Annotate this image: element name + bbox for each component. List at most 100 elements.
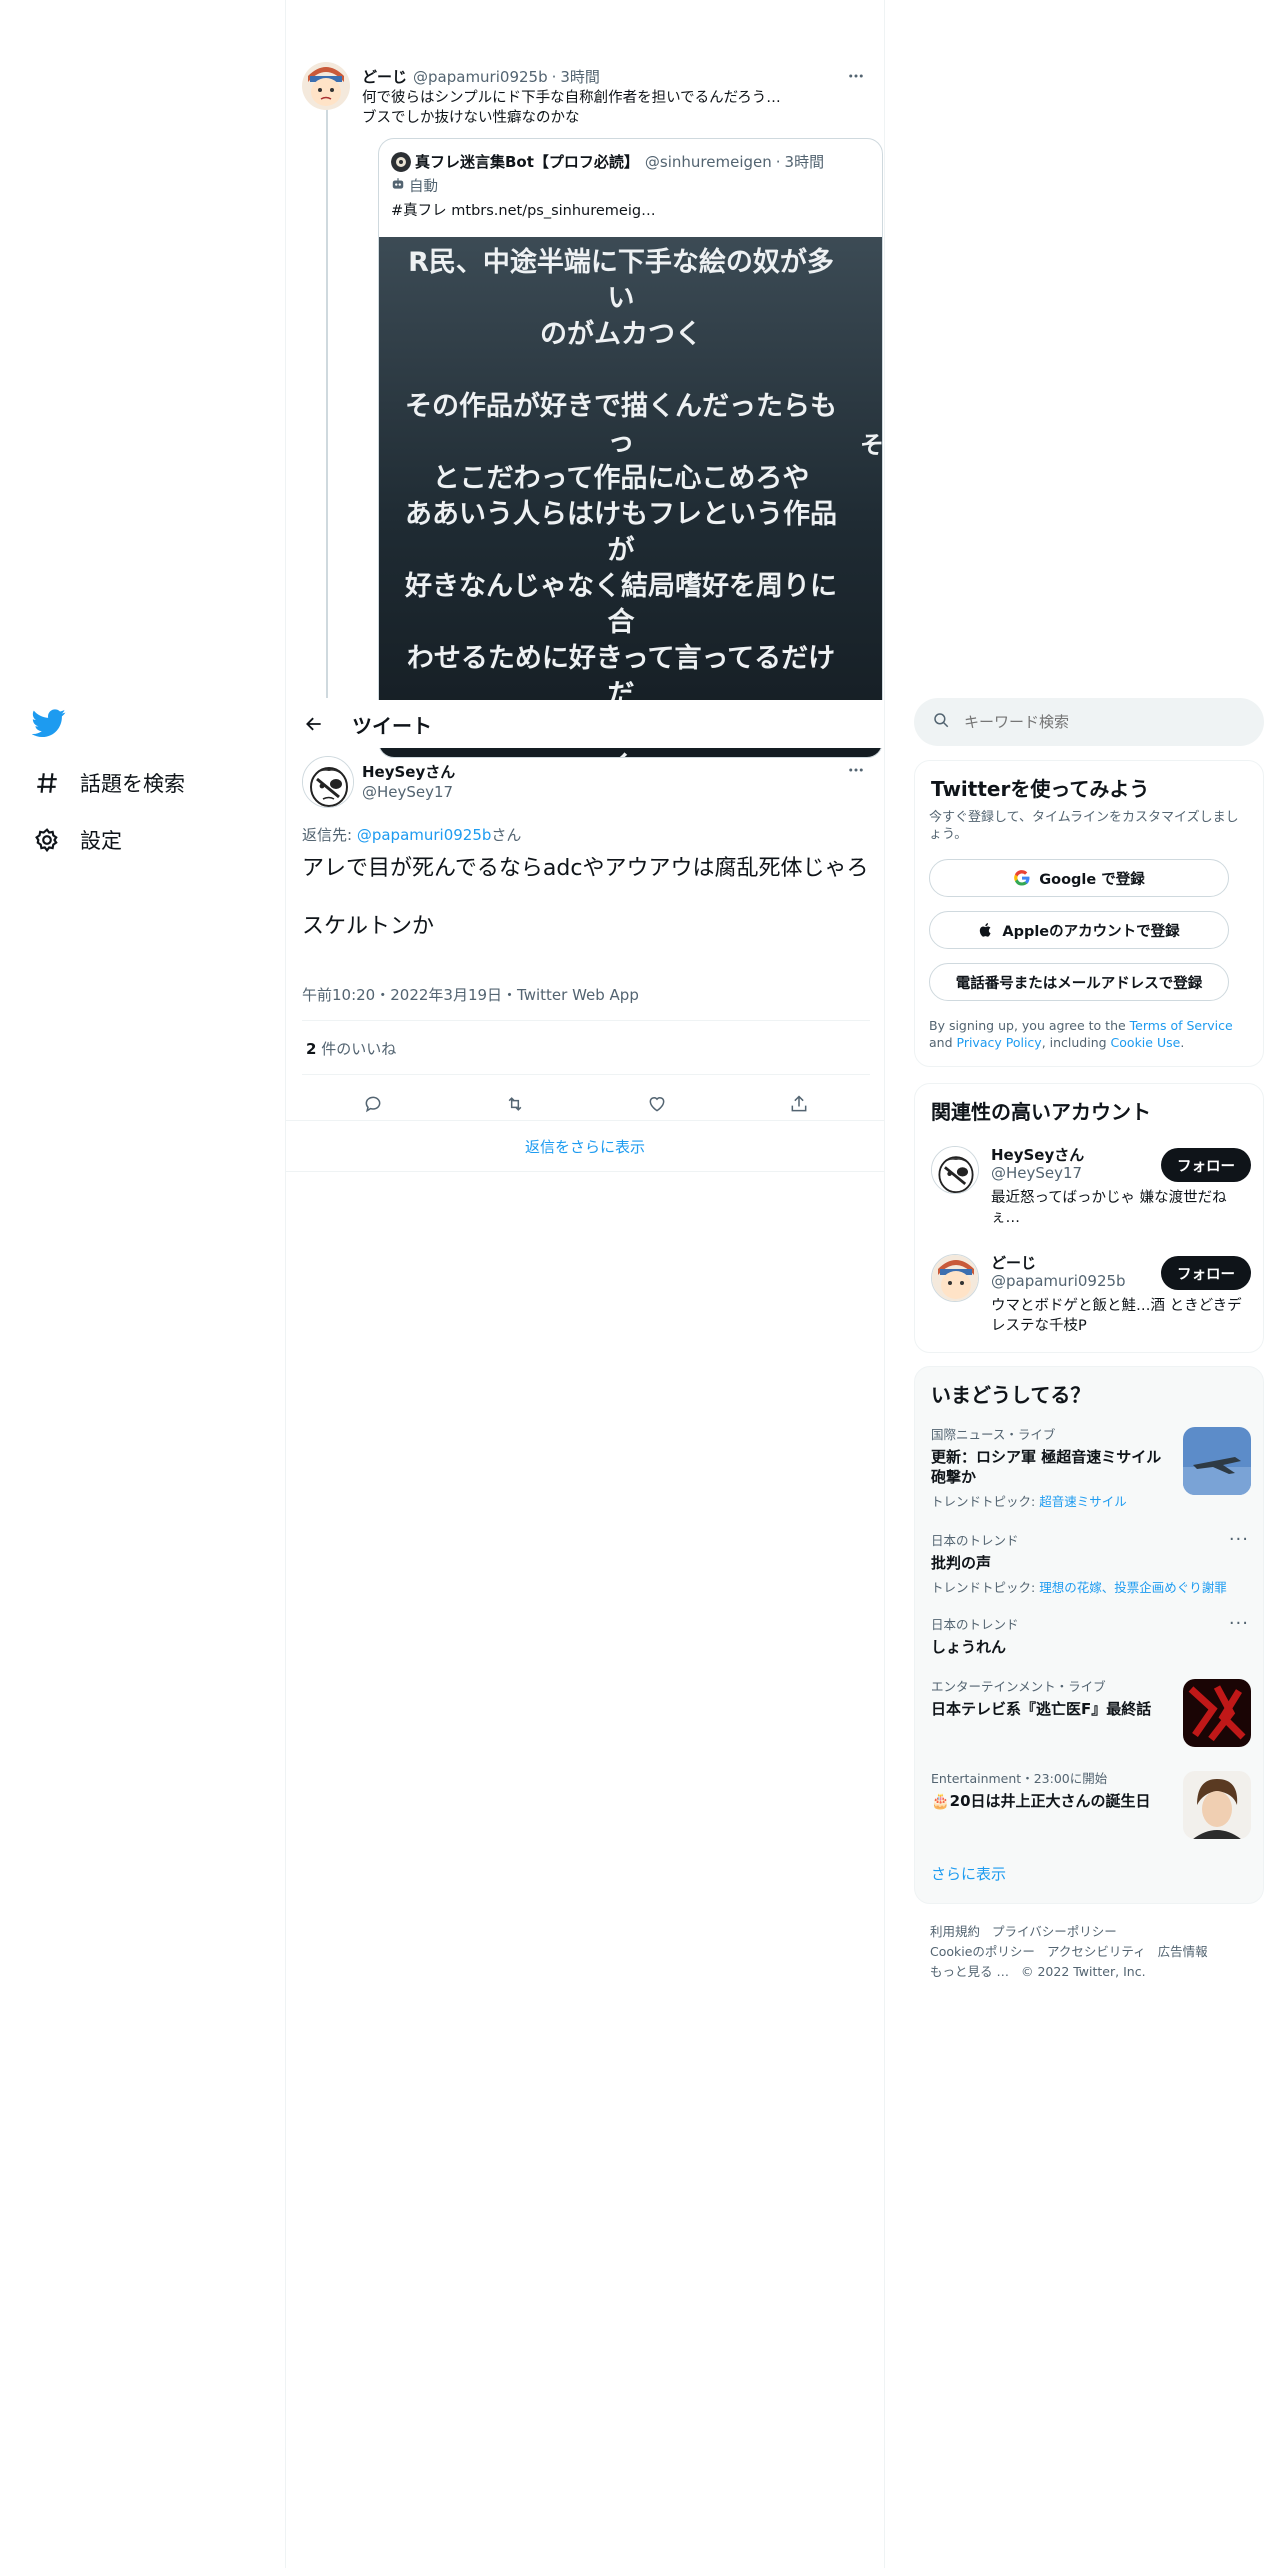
retweet-icon[interactable] [497, 1086, 533, 1122]
more-options-icon[interactable]: ··· [1229, 1529, 1249, 1550]
likes-number: 2 [306, 1040, 317, 1058]
trend-name: 更新：ロシア軍 極超音速ミサイル砲撃か [931, 1448, 1162, 1486]
signup-subtitle: 今すぐ登録して、タイムラインをカスタマイズしましょう。 [929, 810, 1239, 842]
legal-and: and [929, 1035, 957, 1050]
tweet-time[interactable]: 3時間 [560, 66, 600, 87]
quote-image-line [401, 353, 841, 389]
follow-button[interactable]: フォロー [1161, 1256, 1251, 1290]
footer-link[interactable]: プライバシーポリシー [992, 1924, 1117, 1939]
quote-image-line: ああいう人らはけもフレという作品が [405, 499, 837, 566]
tweet-text-line: 何で彼らはシンプルにド下手な自称創作者を担いでるんだろう… [362, 90, 781, 106]
reply-to-handle-link[interactable]: @papamuri0925b [357, 826, 492, 844]
apple-signup-button[interactable]: Appleのアカウントで登録 [929, 911, 1229, 949]
author-handle[interactable]: @papamuri0925b [413, 68, 548, 86]
trend-item[interactable]: Entertainment・23:00に開始 🎂20日は井上正大さんの誕生日 [931, 1771, 1251, 1839]
account-name: HeySeyさん [991, 1146, 1085, 1164]
privacy-link[interactable]: Privacy Policy [957, 1035, 1042, 1050]
more-options-icon[interactable] [842, 62, 870, 90]
legal-including: , including [1041, 1035, 1111, 1050]
show-more-replies-link[interactable]: 返信をさらに表示 [286, 1120, 884, 1172]
trend-thumbnail [1183, 1771, 1251, 1839]
footer-link[interactable]: もっと見る … [930, 1964, 1009, 1979]
trend-name: 日本テレビ系『逃亡医F』最終話 [931, 1700, 1152, 1718]
trend-item[interactable]: エンターテインメント・ライブ 日本テレビ系『逃亡医F』最終話 [931, 1679, 1251, 1747]
phone-email-signup-button[interactable]: 電話番号またはメールアドレスで登録 [929, 963, 1229, 1001]
account-handle: @papamuri0925b [991, 1272, 1126, 1290]
trend-item[interactable]: 国際ニュース・ライブ 更新：ロシア軍 極超音速ミサイル砲撃か トレンドトピック:… [931, 1427, 1251, 1510]
cookie-link[interactable]: Cookie Use [1111, 1035, 1181, 1050]
quote-text: #真フレ mtbrs.net/ps_sinhuremeig… [391, 203, 656, 219]
automated-label-text: 自動 [409, 179, 438, 195]
search-input[interactable] [964, 713, 1224, 731]
phone-email-signup-label: 電話番号またはメールアドレスで登録 [955, 975, 1203, 992]
robot-icon [391, 177, 405, 195]
trend-name: しょうれん [931, 1638, 1007, 1656]
avatar[interactable] [302, 62, 350, 110]
footer-link[interactable]: 広告情報 [1158, 1944, 1208, 1959]
reply-to-line: 返信先: @papamuri0925bさん [302, 824, 521, 845]
quote-image-text: R民、中途半端に下手な絵の奴が多い のがムカつく その作品が好きで描くんだったらも… [401, 245, 841, 757]
page-title: ツイート [352, 713, 432, 738]
avatar[interactable] [931, 1254, 979, 1302]
more-options-icon[interactable]: ··· [1229, 1613, 1249, 1634]
share-icon[interactable] [781, 1086, 817, 1122]
back-arrow-icon[interactable] [296, 706, 332, 742]
footer-link[interactable]: Cookieのポリシー [930, 1944, 1035, 1959]
account-bio: 最近怒ってばっかじゃ 嫌な渡世だねぇ… [991, 1190, 1227, 1226]
avatar[interactable] [931, 1146, 979, 1194]
signup-legal-text: By signing up, you agree to the Terms of… [929, 1017, 1254, 1051]
trend-name: 🎂20日は井上正大さんの誕生日 [931, 1792, 1151, 1810]
nav-explore[interactable]: 話題を検索 [32, 763, 185, 803]
search-bar[interactable] [914, 698, 1264, 746]
signup-card: Twitterを使ってみよう 今すぐ登録して、タイムラインをカスタマイズしましょ… [914, 760, 1264, 1067]
automated-label: 自動 [391, 175, 438, 196]
footer-link[interactable]: 利用規約 [930, 1924, 980, 1939]
trend-topic-link[interactable]: 超音速ミサイル [1039, 1494, 1127, 1509]
gear-icon [32, 825, 62, 855]
trend-item[interactable]: 日本のトレンド しょうれん ··· [931, 1613, 1251, 1657]
more-options-icon[interactable] [842, 756, 870, 784]
quote-image-line: とこだわって作品に心こめろや [432, 463, 810, 494]
quote-image-line: その作品が好きで描くんだったらもっ [405, 391, 837, 458]
nav-settings-label: 設定 [80, 829, 122, 853]
related-accounts-card: 関連性の高いアカウント HeySeyさん @HeySey17 最近怒ってばっかじ… [914, 1083, 1264, 1353]
show-more-trends-link[interactable]: さらに表示 [931, 1863, 1006, 1884]
trend-item[interactable]: 日本のトレンド 批判の声 トレンドトピック: 理想の花嫁、投票企画めぐり謝罪 ·… [931, 1529, 1251, 1596]
footer-link[interactable]: アクセシビリティ [1047, 1944, 1146, 1959]
google-signup-button[interactable]: Google で登録 [929, 859, 1229, 897]
apple-icon [978, 921, 994, 939]
nav-explore-label: 話題を検索 [80, 772, 185, 796]
parent-tweet-header: どーじ @papamuri0925b · 3時間 [362, 66, 870, 87]
likes-count[interactable]: 2 件のいいね [306, 1038, 396, 1059]
quote-avatar [391, 151, 411, 172]
twitter-logo-icon[interactable] [31, 706, 66, 740]
follow-button[interactable]: フォロー [1161, 1148, 1251, 1182]
reply-icon[interactable] [355, 1086, 391, 1122]
trend-topic-prefix: トレンドトピック: [931, 1580, 1040, 1595]
trend-topic-prefix: トレンドトピック: [931, 1494, 1040, 1509]
author-name[interactable]: どーじ [362, 66, 407, 87]
quote-tweet-card[interactable]: 真フレ迷言集Bot【プロフ必読】 @sinhuremeigen · 3時間 自動… [378, 138, 883, 758]
reply-to-prefix: 返信先: [302, 826, 357, 844]
account-bio: ウマとボドゲと飯と鮭…酒 ときどきデレステな千枝P [991, 1298, 1242, 1334]
nav-settings[interactable]: 設定 [32, 820, 122, 860]
trend-topic: トレンドトピック: 理想の花嫁、投票企画めぐり謝罪 [931, 1577, 1251, 1596]
google-signup-label: Google で登録 [1039, 871, 1145, 888]
quote-image[interactable]: R民、中途半端に下手な絵の奴が多い のがムカつく その作品が好きで描くんだったらも… [379, 237, 882, 757]
tweet-timestamp[interactable]: 午前10:20・2022年3月19日・Twitter Web App [302, 984, 639, 1005]
main-column: どーじ @papamuri0925b · 3時間 何で彼らはシンプルにド下手な自… [286, 0, 885, 2568]
like-icon[interactable] [639, 1086, 675, 1122]
copyright: © 2022 Twitter, Inc. [1020, 1964, 1146, 1979]
avatar[interactable] [302, 756, 354, 808]
author-name[interactable]: HeySeyさん [362, 761, 455, 782]
signup-title: Twitterを使ってみよう [931, 777, 1150, 801]
tweet-text-line: アレで目が死んでるならadcやアウアウは腐乱死体じゃろ [302, 856, 869, 881]
account-handle: @HeySey17 [991, 1164, 1083, 1182]
google-icon [1013, 869, 1031, 887]
quote-author-name: 真フレ迷言集Bot【プロフ必読】 [415, 153, 639, 171]
left-navigation: 話題を検索 設定 [0, 0, 286, 2568]
author-handle[interactable]: @HeySey17 [362, 783, 453, 801]
trend-topic-link[interactable]: 理想の花嫁、投票企画めぐり謝罪 [1039, 1580, 1227, 1595]
terms-link[interactable]: Terms of Service [1130, 1018, 1233, 1033]
trend-context: 日本のトレンド [931, 1617, 1019, 1632]
